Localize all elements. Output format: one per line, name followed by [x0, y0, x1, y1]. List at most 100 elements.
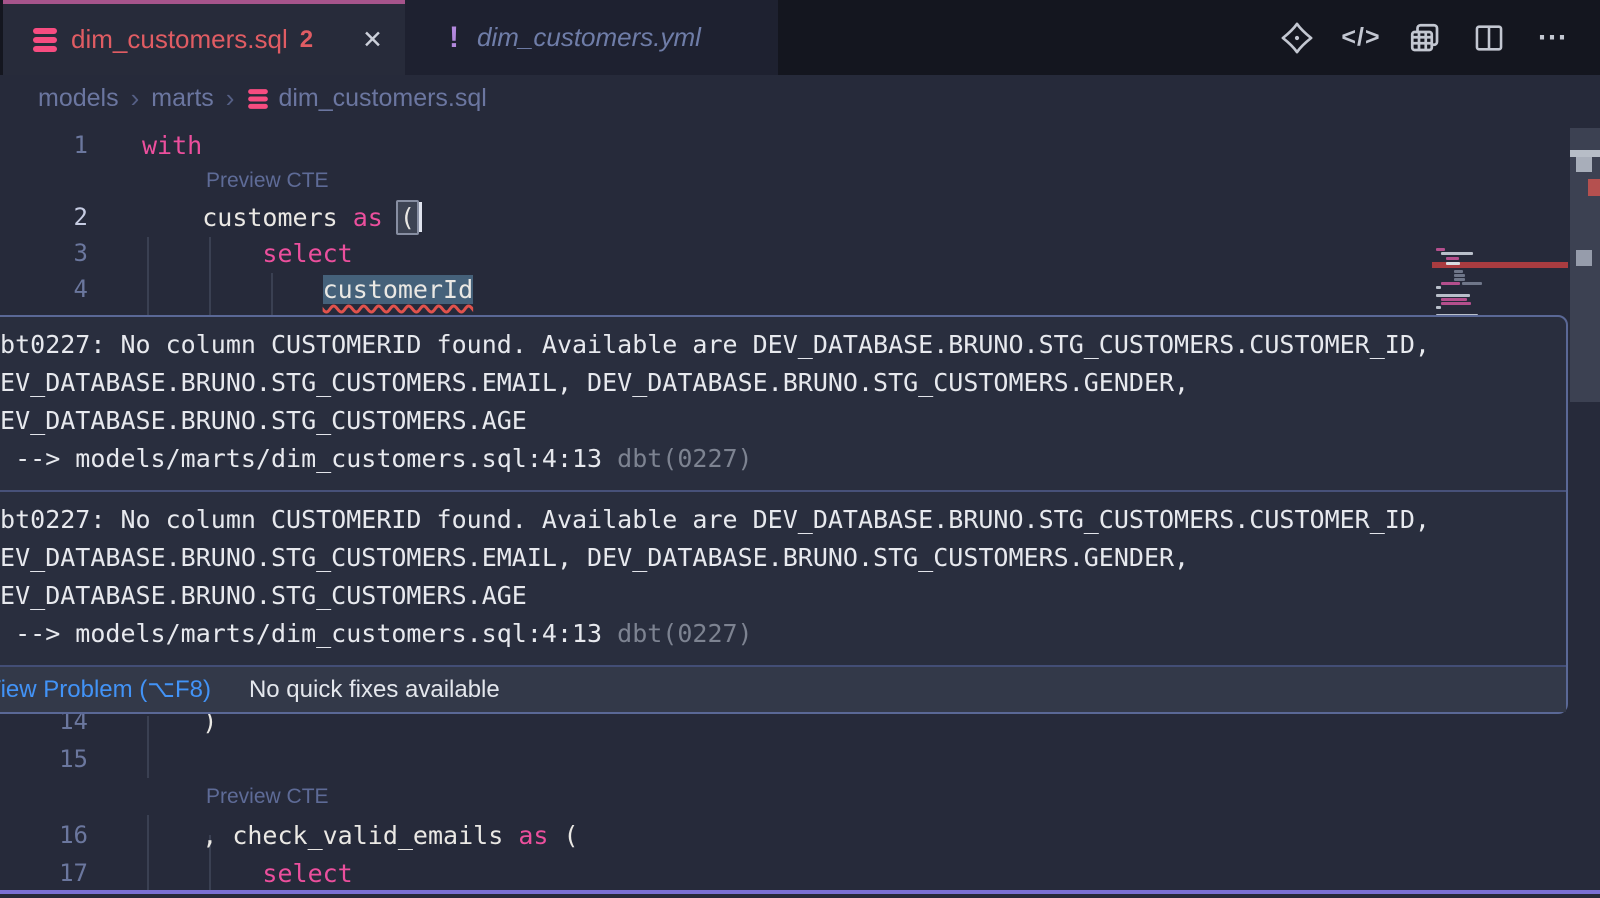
tab-dim-customers-sql[interactable]: dim_customers.sql 2 ✕: [3, 0, 405, 75]
minimap-code-line: [1454, 278, 1465, 281]
code-row: 17 select: [0, 854, 1600, 892]
database-icon: [249, 89, 269, 109]
code-token: [142, 821, 202, 850]
code-line-content: with: [88, 131, 202, 160]
ruler-mark: [1570, 150, 1600, 157]
code-token: customers: [202, 203, 337, 232]
code-row: 1 with: [0, 127, 1600, 163]
code-line-content: , check_valid_emails as (: [88, 821, 579, 850]
line-number: 15: [0, 745, 88, 773]
breadcrumb: models › marts › dim_customers.sql: [0, 75, 1600, 122]
codelens-preview-cte[interactable]: Preview CTE: [206, 169, 329, 193]
minimap-code-line: [1462, 282, 1482, 285]
code-line-content: Preview CTE: [88, 169, 329, 193]
line-number: 2: [0, 203, 88, 231]
code-token: with: [142, 131, 202, 160]
minimap-code-line: [1454, 270, 1463, 273]
query-results-icon[interactable]: [1406, 19, 1444, 57]
code-line-content: Preview CTE: [88, 785, 329, 809]
code-token: select: [262, 859, 352, 888]
code-row: Preview CTE: [0, 163, 1600, 199]
code-token: (: [548, 821, 578, 850]
code-line-content: customers as (: [88, 201, 422, 234]
code-row: Preview CTE: [0, 778, 1600, 816]
code-editor[interactable]: 1withPreview CTE2 customers as (3 select…: [0, 122, 1600, 898]
more-actions-icon[interactable]: ⋯: [1534, 19, 1572, 57]
minimap-code-line: [1454, 274, 1465, 277]
code-line-content: customerId: [88, 275, 473, 304]
problem-location-line: --> models/marts/dim_customers.sql:4:13 d…: [0, 439, 1566, 477]
editor-actions: </> ⋯: [1278, 0, 1600, 75]
code-row: 16 , check_valid_emails as (: [0, 816, 1600, 854]
dbt-power-user-icon[interactable]: [1278, 19, 1316, 57]
minimap-code-line: [1446, 262, 1460, 265]
code-row: 15: [0, 740, 1600, 778]
minimap-code-line: [1446, 257, 1459, 260]
problem-message-block: dbt0227: No column CUSTOMERID found. Ava…: [0, 317, 1566, 490]
breadcrumb-item-dim_customers.sql[interactable]: dim_customers.sql: [278, 84, 486, 113]
line-number: 17: [0, 859, 88, 887]
tab-dim-customers-yml[interactable]: ! dim_customers.yml: [405, 0, 778, 75]
problem-message-line: DEV_DATABASE.BRUNO.STG_CUSTOMERS.EMAIL, …: [0, 538, 1566, 576]
popup-action-bar: View Problem (⌥F8) No quick fixes availa…: [0, 665, 1566, 712]
codelens-preview-cte[interactable]: Preview CTE: [206, 785, 329, 809]
problem-message-line: DEV_DATABASE.BRUNO.STG_CUSTOMERS.AGE: [0, 576, 1566, 614]
code-token: [338, 203, 353, 232]
code-token: as: [518, 821, 548, 850]
line-number: 3: [0, 239, 88, 267]
view-problem-link[interactable]: View Problem (⌥F8): [0, 675, 211, 704]
problem-source-code: dbt(0227): [617, 619, 752, 648]
text-cursor: [419, 202, 422, 232]
database-icon: [33, 28, 57, 52]
problem-source-code: dbt(0227): [617, 444, 752, 473]
problem-message-line: dbt0227: No column CUSTOMERID found. Ava…: [0, 325, 1566, 363]
line-number: 16: [0, 821, 88, 849]
line-number: 1: [0, 131, 88, 159]
panel-border-bottom: [0, 890, 1600, 894]
line-number: 4: [0, 275, 88, 303]
tab-title: dim_customers.yml: [477, 22, 701, 53]
code-lines-top: 1 withPreview CTE 2 customers as (3 select…: [0, 127, 1600, 307]
problem-message-line: dbt0227: No column CUSTOMERID found. Ava…: [0, 500, 1566, 538]
minimap-code-line: [1436, 294, 1470, 297]
no-quick-fixes-label: No quick fixes available: [249, 676, 500, 704]
minimap-code-line: [1441, 298, 1467, 301]
code-token: , check_valid_emails: [202, 821, 503, 850]
problem-message-block: dbt0227: No column CUSTOMERID found. Ava…: [0, 490, 1566, 665]
compiled-code-icon[interactable]: </>: [1342, 19, 1380, 57]
code-token: [142, 859, 262, 888]
code-token: [142, 203, 202, 232]
code-token: select: [262, 239, 352, 268]
problem-location-line: --> models/marts/dim_customers.sql:4:13 d…: [0, 614, 1566, 652]
code-token: (: [396, 200, 419, 235]
scrollbar-overview-ruler[interactable]: [1570, 122, 1600, 898]
code-token: [503, 821, 518, 850]
minimap-code-line: [1436, 248, 1445, 251]
error-exclamation-icon: !: [449, 21, 459, 55]
close-icon[interactable]: ✕: [358, 23, 387, 57]
code-row: 4 customerId: [0, 271, 1600, 307]
minimap-code-line: [1436, 306, 1441, 309]
breadcrumb-item-models[interactable]: models: [38, 84, 119, 113]
code-line-content: select: [88, 859, 353, 888]
breadcrumb-item-marts[interactable]: marts: [151, 84, 214, 113]
chevron-right-icon: ›: [226, 83, 235, 114]
problem-location[interactable]: --> models/marts/dim_customers.sql:4:13: [15, 444, 602, 473]
problem-message-line: DEV_DATABASE.BRUNO.STG_CUSTOMERS.AGE: [0, 401, 1566, 439]
chevron-right-icon: ›: [131, 83, 140, 114]
problem-message-line: DEV_DATABASE.BRUNO.STG_CUSTOMERS.EMAIL, …: [0, 363, 1566, 401]
minimap-code-line: [1436, 286, 1441, 289]
split-editor-icon[interactable]: [1470, 19, 1508, 57]
code-line-content: select: [88, 239, 353, 268]
code-token: [142, 239, 262, 268]
ruler-mark: [1576, 250, 1592, 266]
code-lines-bottom: 14 )15Preview CTE16 , check_valid_emails…: [0, 702, 1600, 892]
problem-hover-popup: dbt0227: No column CUSTOMERID found. Ava…: [0, 315, 1568, 714]
code-token: as: [353, 203, 383, 232]
minimap-code-line: [1441, 252, 1473, 255]
code-row: 3 select: [0, 235, 1600, 271]
problem-location[interactable]: --> models/marts/dim_customers.sql:4:13: [15, 619, 602, 648]
ruler-error-mark: [1588, 179, 1600, 196]
minimap-code-line: [1441, 302, 1471, 305]
minimap-code-line: [1441, 282, 1460, 285]
